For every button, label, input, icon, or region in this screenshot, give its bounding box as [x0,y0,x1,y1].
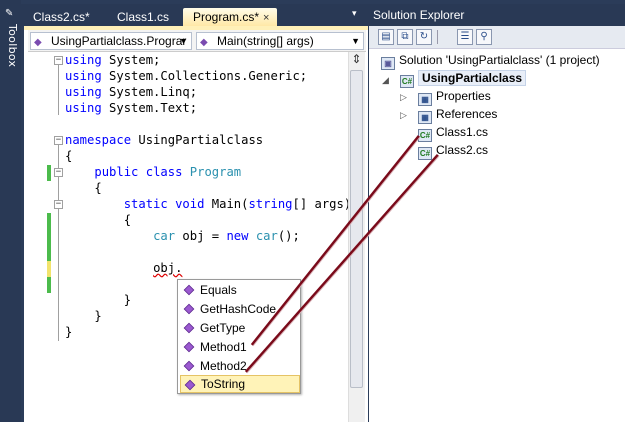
annotation-line-class1 [250,135,421,346]
annotation-line-class2 [244,154,440,373]
annotation-arrows [244,135,440,374]
